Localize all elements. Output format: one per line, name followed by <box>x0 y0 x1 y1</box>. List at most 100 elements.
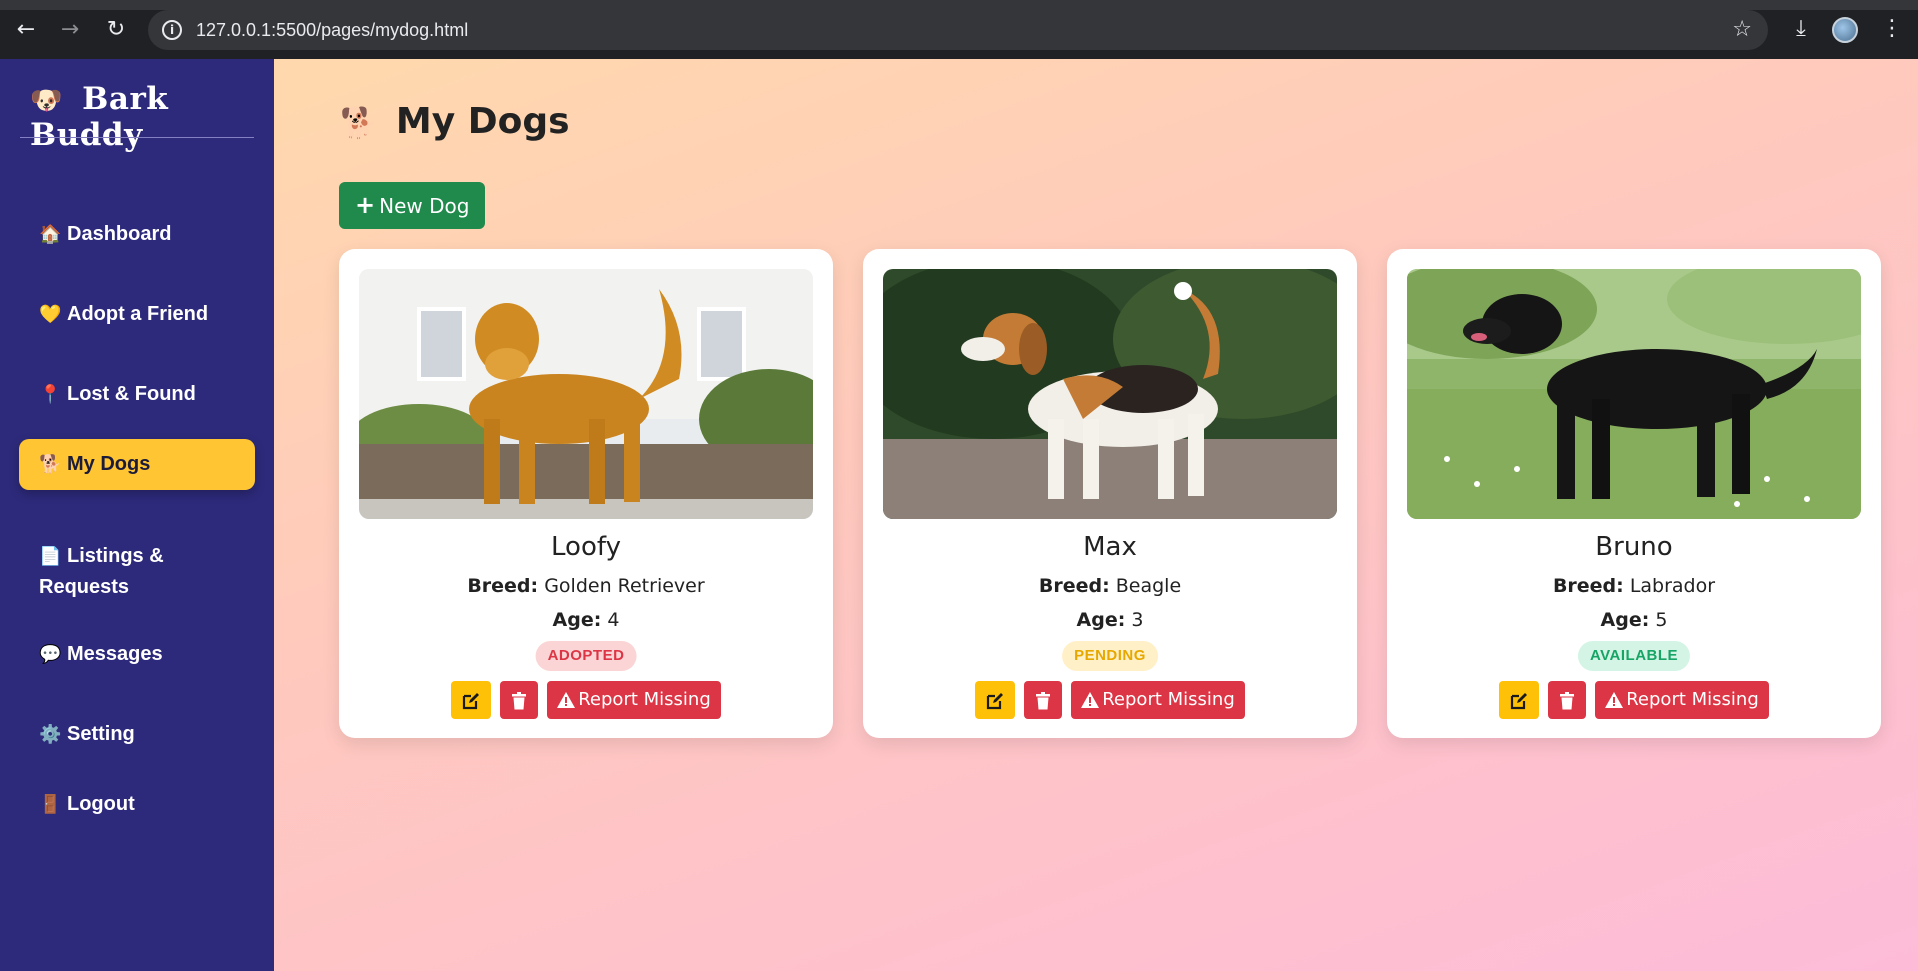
report-label: Report Missing <box>1102 689 1235 710</box>
breed-value: Golden Retriever <box>544 575 705 597</box>
brand-divider <box>20 137 254 138</box>
card-actions: Report Missing <box>339 681 833 719</box>
sidebar-item-messages[interactable]: 💬 Messages <box>19 629 255 680</box>
age-value: 5 <box>1655 609 1668 631</box>
dog-face-icon: 🐶 <box>30 86 63 116</box>
dog-age: Age: 3 <box>863 609 1357 631</box>
age-label: Age: <box>1076 609 1126 631</box>
profile-avatar[interactable] <box>1832 17 1858 43</box>
trash-icon <box>1036 691 1051 709</box>
dog-card: Loofy Breed: Golden Retriever Age: 4 ADO… <box>339 249 833 738</box>
dog-photo-labrador <box>1407 269 1861 519</box>
dog-icon: 🐕 <box>340 106 378 141</box>
report-missing-button[interactable]: Report Missing <box>1595 681 1769 719</box>
main-content: 🐕 My Dogs + New Dog Loofy Breed: Golden … <box>274 59 1918 971</box>
dog-breed: Breed: Golden Retriever <box>339 575 833 597</box>
status-badge: PENDING <box>1062 641 1158 671</box>
edit-button[interactable] <box>975 681 1016 719</box>
site-info-icon[interactable]: i <box>162 20 182 40</box>
edit-icon <box>1511 692 1528 709</box>
dog-photo-beagle <box>883 269 1337 519</box>
breed-label: Breed: <box>1038 575 1110 597</box>
browser-chrome: ← → ↻ i 127.0.0.1:5500/pages/mydog.html … <box>0 0 1918 59</box>
sidebar-item-lost-found[interactable]: 📍 Lost & Found <box>19 369 255 420</box>
golden-retriever-photo <box>359 269 813 519</box>
sidebar: 🐶 Bark Buddy 🏠 Dashboard 💛 Adopt a Friend … <box>0 59 274 971</box>
sidebar-item-my-dogs[interactable]: 🐕 My Dogs <box>19 439 255 490</box>
url-text[interactable]: 127.0.0.1:5500/pages/mydog.html <box>196 20 468 40</box>
dog-name: Max <box>1083 532 1137 562</box>
breed-label: Breed: <box>467 575 539 597</box>
dog-age: Age: 5 <box>1387 609 1881 631</box>
dog-age: Age: 4 <box>339 609 833 631</box>
reload-icon[interactable]: ↻ <box>102 16 130 44</box>
trash-icon <box>1560 691 1575 709</box>
brand[interactable]: 🐶 Bark Buddy <box>30 81 274 153</box>
new-dog-label: New Dog <box>379 194 470 218</box>
download-icon[interactable]: ⤓ <box>1786 15 1816 43</box>
sidebar-item-label: Dashboard <box>67 223 172 245</box>
sidebar-item-logout[interactable]: 🚪 Logout <box>19 779 255 830</box>
report-label: Report Missing <box>578 689 711 710</box>
breed-value: Beagle <box>1115 575 1182 597</box>
dog-name: Loofy <box>551 532 621 562</box>
sidebar-item-listings[interactable]: 📄 Listings & Requests <box>19 531 255 612</box>
new-dog-button[interactable]: + New Dog <box>339 182 486 229</box>
edit-button[interactable] <box>1499 681 1540 719</box>
document-icon: 📄 <box>39 546 62 567</box>
dog-card: Bruno Breed: Labrador Age: 5 AVAILABLE R… <box>1387 249 1881 738</box>
report-missing-button[interactable]: Report Missing <box>1071 681 1245 719</box>
warning-icon <box>1081 692 1100 708</box>
page-title-text: My Dogs <box>395 101 570 142</box>
dog-photo-golden-retriever <box>359 269 813 519</box>
address-bar[interactable]: i 127.0.0.1:5500/pages/mydog.html ☆ <box>148 10 1768 50</box>
card-actions: Report Missing <box>863 681 1357 719</box>
sidebar-item-label: Setting <box>67 723 135 745</box>
sidebar-item-label: Adopt a Friend <box>67 303 209 325</box>
sidebar-item-setting[interactable]: ⚙️ Setting <box>19 709 255 760</box>
edit-button[interactable] <box>451 681 492 719</box>
tab-strip <box>0 0 1918 10</box>
forward-icon[interactable]: → <box>56 16 84 44</box>
black-labrador-photo <box>1407 269 1861 519</box>
delete-button[interactable] <box>1024 681 1063 719</box>
dog-breed: Breed: Beagle <box>863 575 1357 597</box>
heart-icon: 💛 <box>39 304 62 325</box>
dog-card: Max Breed: Beagle Age: 3 PENDING Report … <box>863 249 1357 738</box>
delete-button[interactable] <box>1548 681 1587 719</box>
age-value: 3 <box>1131 609 1144 631</box>
dog-icon: 🐕 <box>39 454 62 475</box>
status-badge: ADOPTED <box>535 641 637 671</box>
dog-name: Bruno <box>1595 532 1673 562</box>
age-value: 4 <box>607 609 620 631</box>
sidebar-item-label: Messages <box>67 643 163 665</box>
bookmark-star-icon[interactable]: ☆ <box>1732 17 1752 43</box>
warning-icon <box>1605 692 1624 708</box>
breed-value: Labrador <box>1629 575 1716 597</box>
pin-icon: 📍 <box>39 384 62 405</box>
age-label: Age: <box>1600 609 1650 631</box>
sidebar-item-dashboard[interactable]: 🏠 Dashboard <box>19 209 255 260</box>
page-title: 🐕 My Dogs <box>340 101 570 142</box>
card-actions: Report Missing <box>1387 681 1881 719</box>
menu-icon[interactable]: ⋮ <box>1877 15 1907 43</box>
speech-bubble-icon: 💬 <box>39 644 62 665</box>
beagle-photo <box>883 269 1337 519</box>
delete-button[interactable] <box>500 681 539 719</box>
sidebar-item-adopt[interactable]: 💛 Adopt a Friend <box>19 289 255 340</box>
report-label: Report Missing <box>1626 689 1759 710</box>
sidebar-item-label: Logout <box>67 793 135 815</box>
edit-icon <box>987 692 1004 709</box>
sidebar-item-label: Lost & Found <box>67 383 196 405</box>
gear-icon: ⚙️ <box>39 724 62 745</box>
edit-icon <box>463 692 480 709</box>
report-missing-button[interactable]: Report Missing <box>547 681 721 719</box>
sidebar-item-label: My Dogs <box>67 453 151 475</box>
plus-icon: + <box>355 191 376 219</box>
age-label: Age: <box>552 609 602 631</box>
trash-icon <box>512 691 527 709</box>
door-icon: 🚪 <box>39 794 62 815</box>
house-icon: 🏠 <box>39 224 62 245</box>
back-icon[interactable]: ← <box>12 16 40 44</box>
status-badge: AVAILABLE <box>1577 641 1691 671</box>
